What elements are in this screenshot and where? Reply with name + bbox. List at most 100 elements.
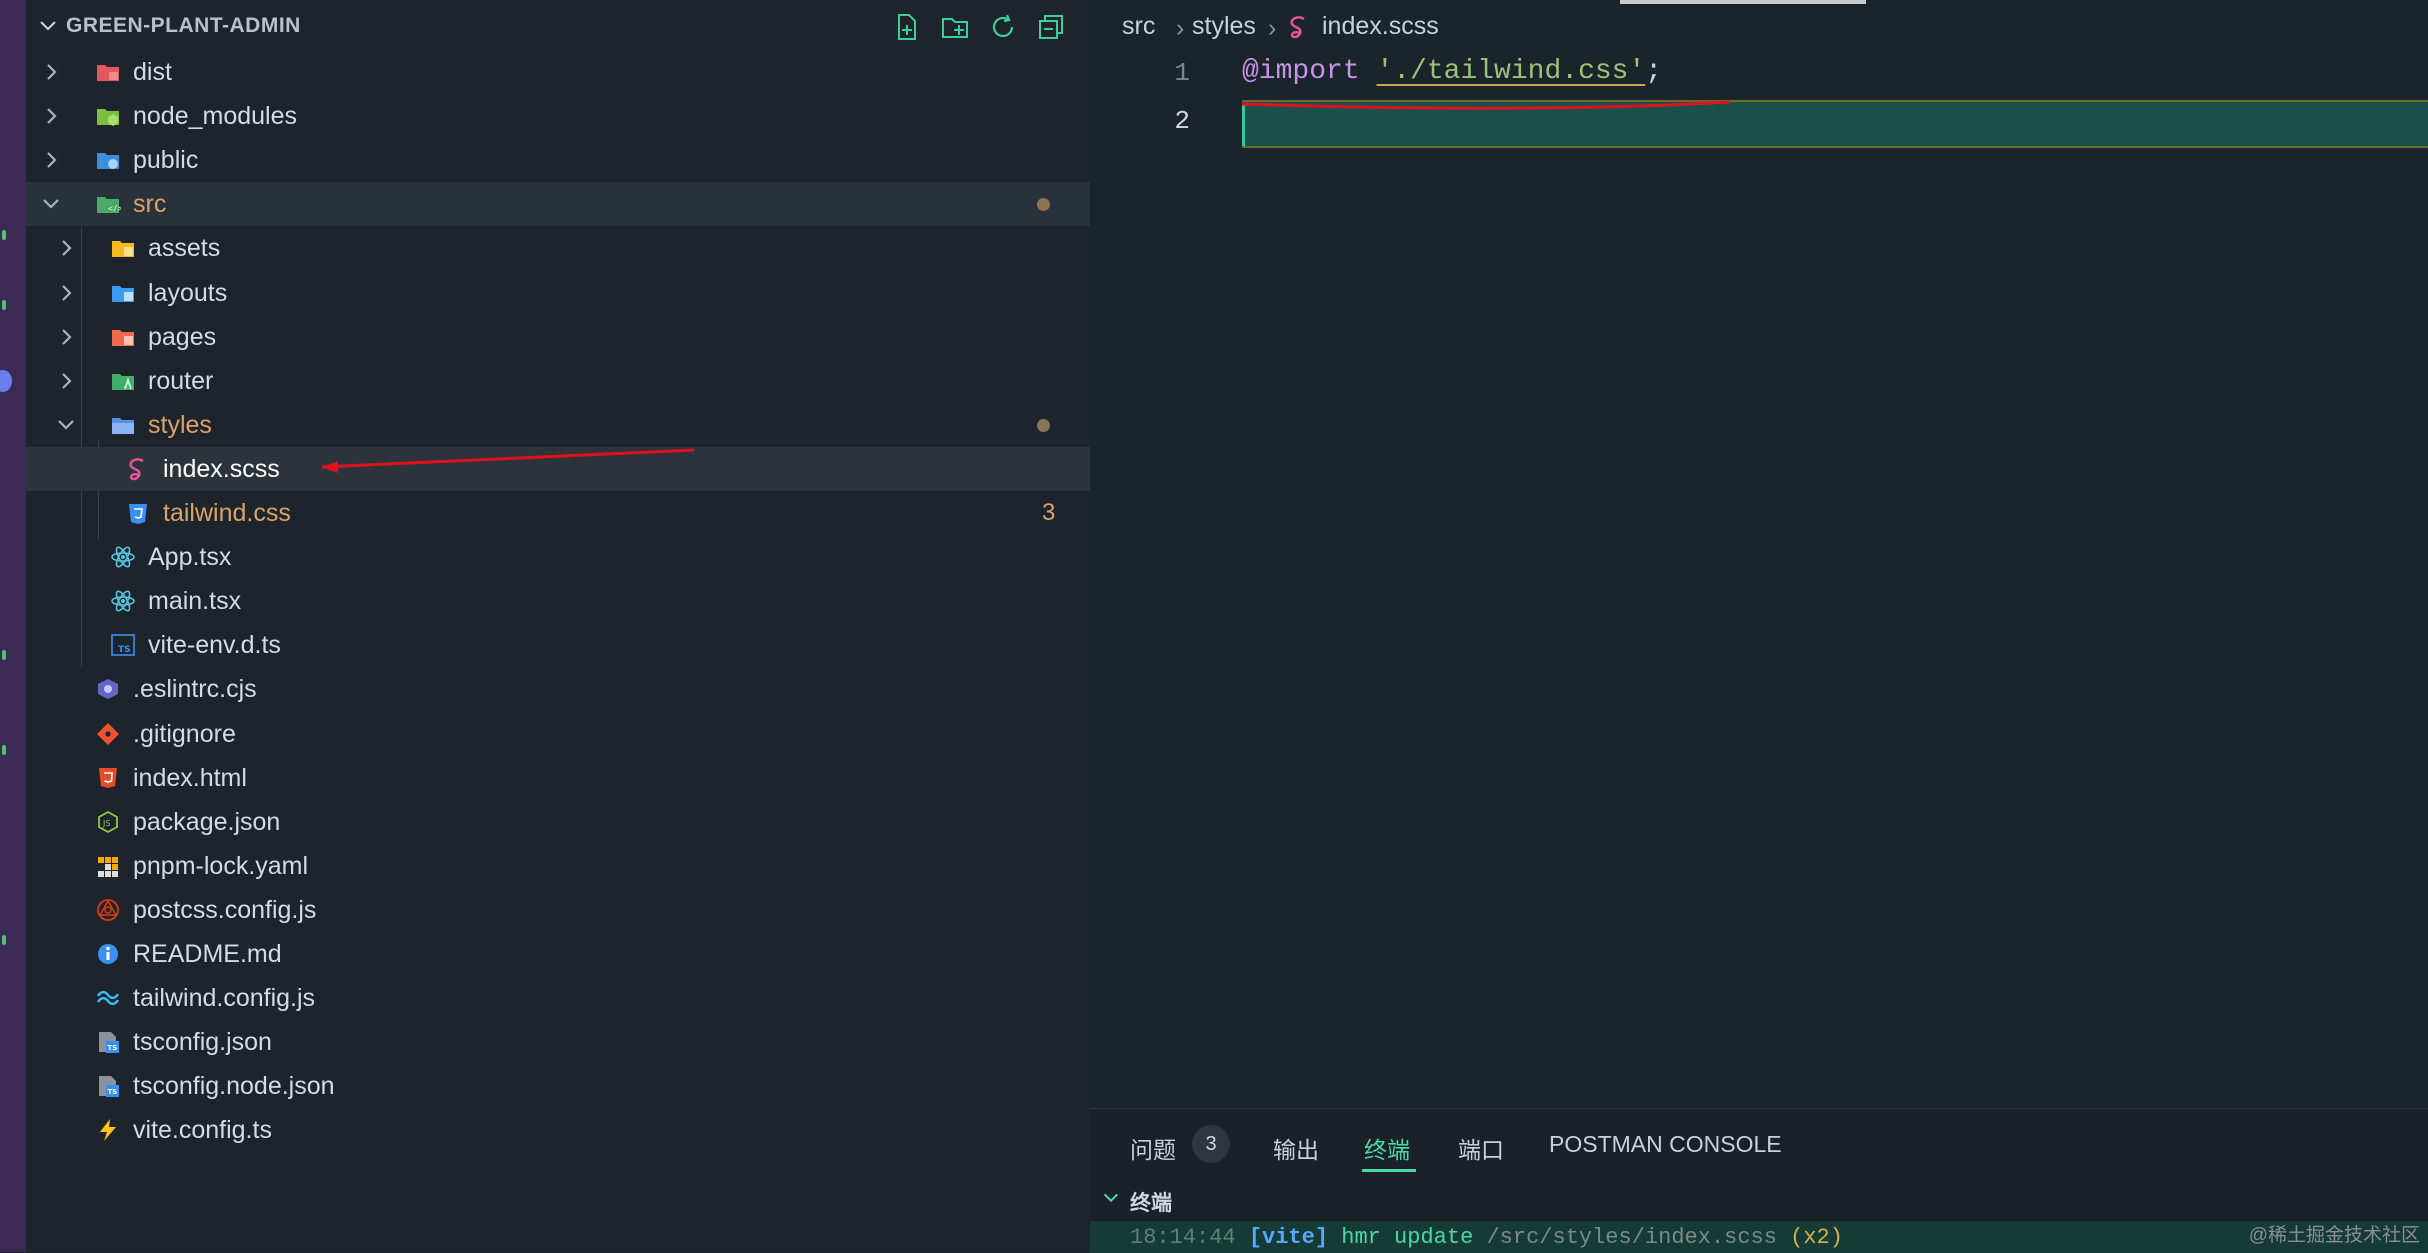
tree-folder[interactable]: assets	[26, 226, 1090, 270]
code-keyword: @import	[1242, 56, 1360, 87]
chevron-right-icon[interactable]	[54, 369, 78, 393]
tree-item-label: main.tsx	[148, 587, 242, 616]
tree-file[interactable]: vite.config.ts	[26, 1108, 1090, 1152]
tree-file[interactable]: pnpm-lock.yaml	[26, 844, 1090, 888]
tree-item-label: public	[133, 146, 199, 175]
folder-public-icon	[97, 153, 119, 170]
tree-folder[interactable]: pages	[26, 315, 1090, 359]
explorer-actions	[890, 12, 1090, 44]
chevron-down-icon[interactable]	[39, 192, 63, 216]
tab-postman-console[interactable]: POSTMAN CONSOLE	[1549, 1131, 1782, 1158]
tree-item-label: vite-env.d.ts	[148, 631, 281, 660]
tree-file[interactable]: tailwind.css 3	[26, 491, 1090, 535]
tree-file[interactable]: JS package.json	[26, 800, 1090, 844]
tree-file[interactable]: index.html	[26, 756, 1090, 800]
folder-layouts-icon	[112, 285, 134, 302]
tree-item-label: tsconfig.json	[133, 1028, 272, 1057]
tsconfig-icon: TS	[99, 1032, 119, 1054]
code-editor[interactable]: src › styles › index.scss 1 2 @import '.…	[1090, 0, 2428, 1108]
chevron-right-icon[interactable]	[54, 236, 78, 260]
chevron-right-icon: ›	[1268, 14, 1277, 42]
sass-icon	[129, 458, 144, 481]
chevron-right-icon[interactable]	[39, 104, 63, 128]
tree-item-label: pages	[148, 322, 217, 351]
tree-folder[interactable]: public	[26, 138, 1090, 182]
tree-file[interactable]: .gitignore	[26, 712, 1090, 756]
svg-text:TS: TS	[108, 1088, 118, 1096]
folder-src-icon: </>	[97, 197, 121, 214]
tree-item-label: tailwind.css	[163, 499, 291, 527]
folder-styles-icon	[112, 417, 134, 434]
tree-file[interactable]: main.tsx	[26, 579, 1090, 623]
breadcrumb-item[interactable]: src	[1122, 12, 1155, 41]
chevron-right-icon[interactable]	[39, 148, 63, 172]
tree-file[interactable]: .eslintrc.cjs	[26, 667, 1090, 711]
refresh-icon[interactable]	[988, 12, 1018, 42]
tree-file[interactable]: README.md	[26, 932, 1090, 976]
tree-folder[interactable]: router	[26, 359, 1090, 403]
active-tab-underline	[1362, 1169, 1416, 1172]
tab-output[interactable]: 输出	[1273, 1131, 1319, 1165]
terminal-tag: [vite]	[1248, 1225, 1329, 1250]
tree-file[interactable]: TS tsconfig.json	[26, 1020, 1090, 1064]
tree-file[interactable]: tailwind.config.js	[26, 976, 1090, 1020]
tree-item-label: README.md	[133, 940, 282, 968]
annotation-underline	[1241, 100, 1731, 110]
activity-indicator	[2, 935, 6, 945]
breadcrumb-item[interactable]: index.scss	[1322, 12, 1439, 41]
css-icon	[129, 504, 147, 524]
new-folder-icon[interactable]	[940, 12, 970, 42]
code-string: './tailwind.css'	[1376, 56, 1646, 87]
modified-indicator	[1037, 418, 1050, 432]
activity-badge[interactable]	[0, 370, 12, 392]
tab-terminal[interactable]: 终端	[1364, 1131, 1410, 1165]
tree-item-label: package.json	[133, 807, 281, 836]
tree-item-label: router	[148, 366, 214, 395]
svg-text:TS: TS	[118, 645, 131, 655]
svg-text:TS: TS	[108, 1044, 118, 1052]
tree-item-label: src	[133, 190, 167, 219]
watermark: @稀土掘金技术社区	[2248, 1225, 2420, 1246]
chevron-right-icon[interactable]	[54, 281, 78, 305]
tree-folder[interactable]: dist	[26, 50, 1090, 94]
tree-file[interactable]: postcss.config.js	[26, 888, 1090, 932]
tree-item-label: .gitignore	[133, 719, 236, 748]
chevron-right-icon[interactable]	[39, 60, 63, 84]
breadcrumb-item[interactable]: styles	[1192, 12, 1256, 41]
folder-router-icon	[112, 373, 134, 390]
code-line[interactable]: @import './tailwind.css';	[1242, 56, 1662, 87]
chevron-down-icon[interactable]	[1100, 1187, 1122, 1209]
pnpm-icon	[98, 856, 118, 877]
folder-node-icon	[97, 109, 119, 127]
tree-file[interactable]: TS vite-env.d.ts	[26, 623, 1090, 667]
eslint-icon	[98, 679, 118, 700]
explorer-header[interactable]: GREEN-PLANT-ADMIN	[26, 0, 1090, 54]
tree-file[interactable]: index.scss	[26, 446, 1090, 491]
terminal-message: hmr update	[1341, 1225, 1474, 1250]
terminal-title: 终端	[1130, 1192, 1172, 1215]
terminal-count: (x2)	[1790, 1225, 1843, 1250]
tree-folder[interactable]: styles	[26, 403, 1090, 447]
tailwind-icon	[96, 991, 120, 1006]
terminal-header[interactable]: 终端	[1090, 1179, 2428, 1219]
tree-folder[interactable]: layouts	[26, 271, 1090, 315]
terminal-path: /src/styles/index.scss	[1486, 1225, 1777, 1250]
line-number: 2	[1174, 106, 1190, 136]
chevron-down-icon[interactable]	[54, 413, 78, 437]
chevron-down-icon[interactable]	[36, 14, 60, 38]
tab-ports[interactable]: 端口	[1458, 1131, 1504, 1165]
tree-file[interactable]: App.tsx	[26, 535, 1090, 579]
tree-folder[interactable]: node_modules	[26, 94, 1090, 138]
tree-item-label: vite.config.ts	[133, 1116, 272, 1145]
tree-file[interactable]: TS tsconfig.node.json	[26, 1064, 1090, 1108]
problem-count: 3	[1042, 499, 1056, 526]
problems-badge: 3	[1192, 1125, 1230, 1163]
terminal-time: 18:14:44	[1130, 1225, 1236, 1250]
tree-folder[interactable]: </> src	[26, 182, 1090, 227]
chevron-right-icon[interactable]	[54, 325, 78, 349]
collapse-all-icon[interactable]	[1036, 12, 1066, 42]
tree-item-label: index.scss	[163, 454, 280, 483]
svg-text:JS: JS	[102, 819, 110, 828]
new-file-icon[interactable]	[892, 12, 922, 42]
tab-problems[interactable]: 问题	[1130, 1131, 1176, 1165]
